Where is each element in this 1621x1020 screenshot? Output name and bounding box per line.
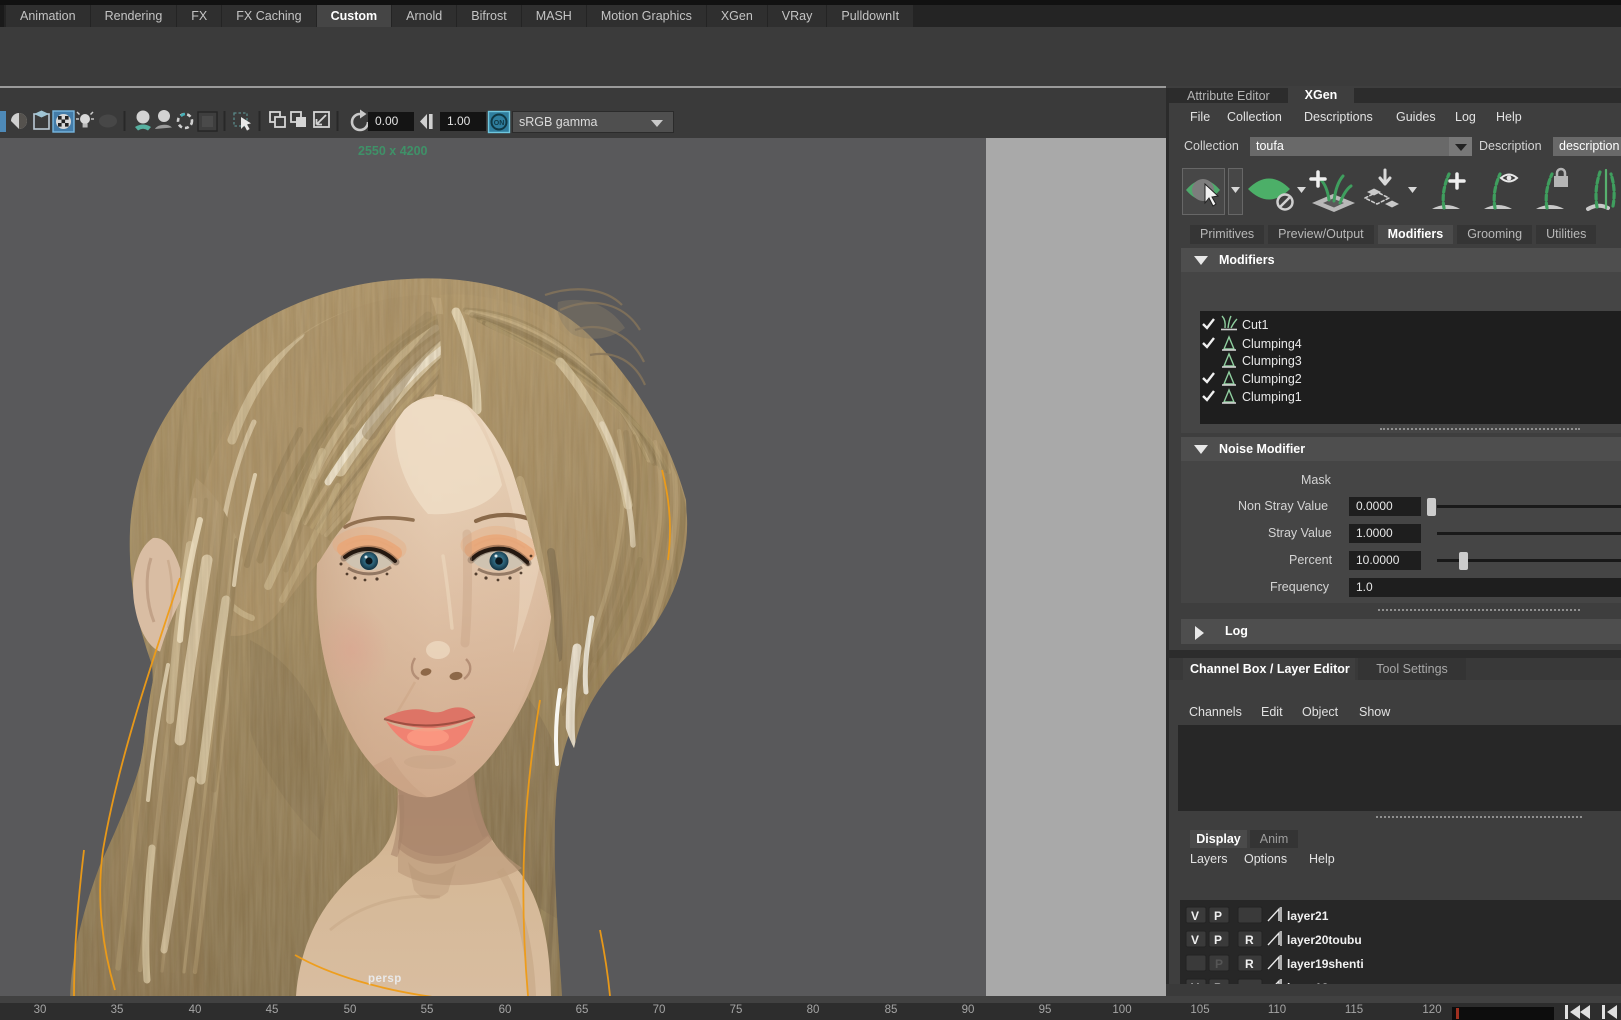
svg-text:Clumping2: Clumping2 [1242,372,1302,386]
svg-text:Clumping4: Clumping4 [1242,337,1302,351]
svg-text:layer19shenti: layer19shenti [1287,957,1364,971]
svg-text:Clumping3: Clumping3 [1242,354,1302,368]
svg-text:R: R [1245,957,1254,971]
svg-text:ON: ON [494,120,505,127]
svg-text:2550 x 4200: 2550 x 4200 [358,144,428,158]
svg-text:P: P [1214,909,1222,923]
svg-text:R: R [1245,933,1254,947]
svg-text:layer21: layer21 [1287,909,1329,923]
svg-text:P: P [1214,933,1222,947]
svg-text:persp: persp [368,973,402,985]
svg-text:Cut1: Cut1 [1242,318,1268,332]
svg-text:layer20toubu: layer20toubu [1287,933,1362,947]
svg-text:V: V [1191,909,1199,923]
svg-text:P: P [1215,957,1223,971]
svg-text:Clumping1: Clumping1 [1242,390,1302,404]
svg-text:V: V [1191,933,1199,947]
